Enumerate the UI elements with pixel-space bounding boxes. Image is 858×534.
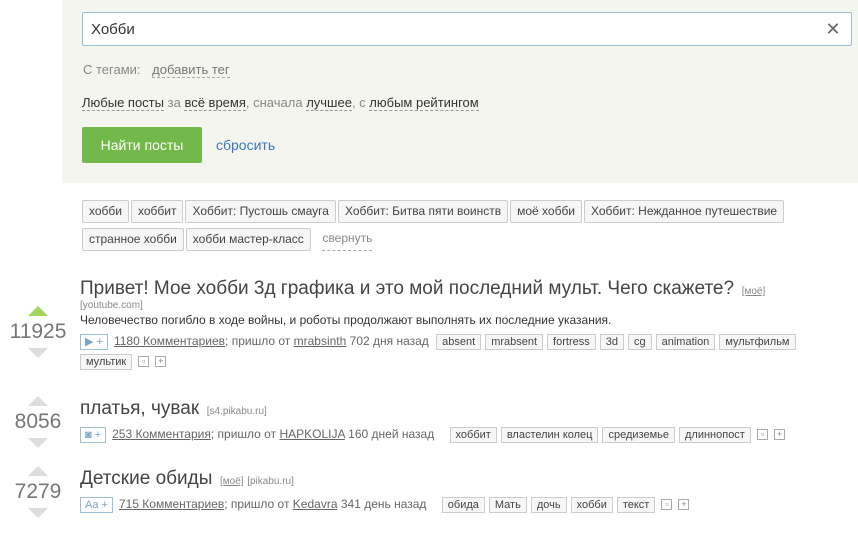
upvote-icon[interactable] bbox=[28, 466, 48, 476]
post-age: 160 дней назад bbox=[348, 427, 435, 441]
downvote-icon[interactable] bbox=[28, 348, 48, 358]
save-icon[interactable]: ▫ bbox=[756, 429, 768, 441]
post-age: 702 дня назад bbox=[349, 334, 429, 348]
author-link[interactable]: mrabsinth bbox=[294, 334, 347, 348]
post-tag[interactable]: cg bbox=[627, 333, 652, 350]
expand-plus-icon[interactable]: + bbox=[155, 356, 167, 368]
post-moe-link[interactable]: [моё] bbox=[220, 476, 244, 487]
filter-text-with: , с bbox=[351, 95, 366, 110]
from-text: ; пришло от bbox=[210, 427, 277, 441]
post-description: Человечество погибло в ходе войны, и роб… bbox=[80, 313, 612, 327]
post-title[interactable]: Детские обиды bbox=[80, 468, 212, 489]
video-type-badge[interactable]: ▶ + bbox=[80, 333, 108, 350]
post-tag[interactable]: дочь bbox=[530, 496, 567, 513]
post-tag[interactable]: 3d bbox=[599, 333, 624, 350]
save-icon[interactable]: ▫ bbox=[138, 356, 150, 368]
sort-dropdown[interactable]: лучшее bbox=[306, 95, 352, 111]
post-tag[interactable]: absent bbox=[436, 333, 482, 350]
comments-link[interactable]: 1180 Комментариев bbox=[114, 334, 225, 348]
post-body: Привет! Мое хобби 3д графика и это мой п… bbox=[80, 278, 850, 371]
filter-row: Любые посты за всё время, сначала лучшее… bbox=[82, 95, 479, 111]
period-dropdown[interactable]: всё время bbox=[184, 95, 246, 111]
expand-plus-icon[interactable]: + bbox=[773, 429, 785, 441]
author-link[interactable]: HAPKOLIJA bbox=[279, 427, 344, 441]
tags-filter-label: С тегами: bbox=[83, 62, 141, 77]
search-panel: ✕ С тегами: добавить тег Любые посты за … bbox=[62, 0, 858, 183]
related-tag[interactable]: Хоббит: Нежданное путешествие bbox=[584, 200, 785, 223]
search-box: ✕ bbox=[82, 12, 852, 46]
related-tag[interactable]: хобби bbox=[82, 200, 129, 223]
filter-text-first: , сначала bbox=[245, 95, 303, 110]
post-title[interactable]: платья, чувак bbox=[80, 398, 199, 419]
post-tag[interactable]: мультик bbox=[80, 353, 133, 370]
post-tag[interactable]: animation bbox=[655, 333, 716, 350]
related-tag[interactable]: моё хобби bbox=[510, 200, 583, 223]
vote-widget: 7279 bbox=[6, 466, 70, 518]
post-body: Детские обиды [моё] [pikabu.ru] Aa + 715 … bbox=[80, 468, 850, 514]
related-tag[interactable]: Хоббит: Пустошь смауга bbox=[185, 200, 336, 223]
post-tag[interactable]: mrabsent bbox=[485, 333, 544, 350]
post-domain[interactable]: [pikabu.ru] bbox=[247, 476, 294, 487]
text-type-badge[interactable]: Aa + bbox=[80, 496, 113, 513]
reset-link[interactable]: сбросить bbox=[216, 137, 275, 153]
downvote-icon[interactable] bbox=[28, 508, 48, 518]
vote-widget: 8056 bbox=[6, 396, 70, 448]
upvote-icon[interactable] bbox=[28, 396, 48, 406]
post-meta: ▶ + 1180 Комментариев; пришло от mrabsint… bbox=[80, 331, 850, 371]
post-meta: Aa +715 Комментариев; пришло от Kedavra … bbox=[80, 494, 850, 514]
image-type-badge[interactable]: ◙ + bbox=[80, 426, 107, 443]
post-meta: ◙ +253 Комментария; пришло от HAPKOLIJA … bbox=[80, 424, 850, 444]
post-tag[interactable]: средиземье bbox=[602, 426, 675, 443]
find-posts-button[interactable]: Найти посты bbox=[82, 127, 202, 163]
close-icon[interactable]: ✕ bbox=[825, 20, 841, 38]
tags-filter-row: С тегами: добавить тег bbox=[83, 62, 230, 78]
post-tag[interactable]: длиннопост bbox=[678, 426, 751, 443]
post-tag[interactable]: хоббит bbox=[449, 426, 497, 443]
post-domain[interactable]: [youtube.com] bbox=[80, 300, 850, 311]
post-tag[interactable]: хобби bbox=[570, 496, 613, 513]
post-type-dropdown[interactable]: Любые посты bbox=[82, 95, 164, 111]
related-tags: хобби хоббит Хоббит: Пустошь смауга Хоббит:… bbox=[82, 200, 852, 256]
post-tag[interactable]: обида bbox=[441, 496, 485, 513]
comments-link[interactable]: 715 Комментариев bbox=[119, 497, 224, 511]
downvote-icon[interactable] bbox=[28, 438, 48, 448]
search-input[interactable] bbox=[83, 13, 803, 45]
comments-link[interactable]: 253 Комментария bbox=[112, 427, 211, 441]
related-tag[interactable]: странное хобби bbox=[82, 228, 184, 251]
vote-widget: 11925 bbox=[6, 306, 70, 358]
post-tag[interactable]: fortress bbox=[547, 333, 596, 350]
save-icon[interactable]: ▫ bbox=[661, 499, 673, 511]
post-tag[interactable]: мультфильм bbox=[719, 333, 796, 350]
related-tag[interactable]: хоббит bbox=[131, 200, 184, 223]
upvote-icon[interactable] bbox=[28, 306, 48, 316]
post-tag[interactable]: властелин колец bbox=[500, 426, 599, 443]
post-title[interactable]: Привет! Мое хобби 3д графика и это мой п… bbox=[80, 278, 734, 299]
post-rating: 7279 bbox=[14, 480, 62, 503]
post-tag[interactable]: Мать bbox=[488, 496, 527, 513]
post-rating: 11925 bbox=[9, 320, 67, 343]
related-tag[interactable]: хобби мастер-класс bbox=[185, 228, 311, 251]
post-rating: 8056 bbox=[14, 410, 62, 433]
from-text: ; пришло от bbox=[225, 334, 291, 348]
author-link[interactable]: Kedavra bbox=[293, 497, 338, 511]
filter-text-for: за bbox=[167, 95, 181, 110]
post-tag[interactable]: текст bbox=[616, 496, 656, 513]
related-tag[interactable]: Хоббит: Битва пяти воинств bbox=[337, 200, 509, 223]
collapse-tags-link[interactable]: свернуть bbox=[322, 228, 373, 251]
rating-dropdown[interactable]: любым рейтингом bbox=[369, 95, 479, 111]
post-moe-link[interactable]: [моё] bbox=[742, 286, 766, 297]
post-domain[interactable]: [s4.pikabu.ru] bbox=[207, 406, 267, 417]
expand-plus-icon[interactable]: + bbox=[678, 499, 690, 511]
post-body: платья, чувак [s4.pikabu.ru] ◙ + 253 Комм… bbox=[80, 398, 850, 444]
from-text: ; пришло от bbox=[224, 497, 290, 511]
add-tag-link[interactable]: добавить тег bbox=[152, 62, 230, 78]
post-age: 341 день назад bbox=[340, 497, 427, 511]
